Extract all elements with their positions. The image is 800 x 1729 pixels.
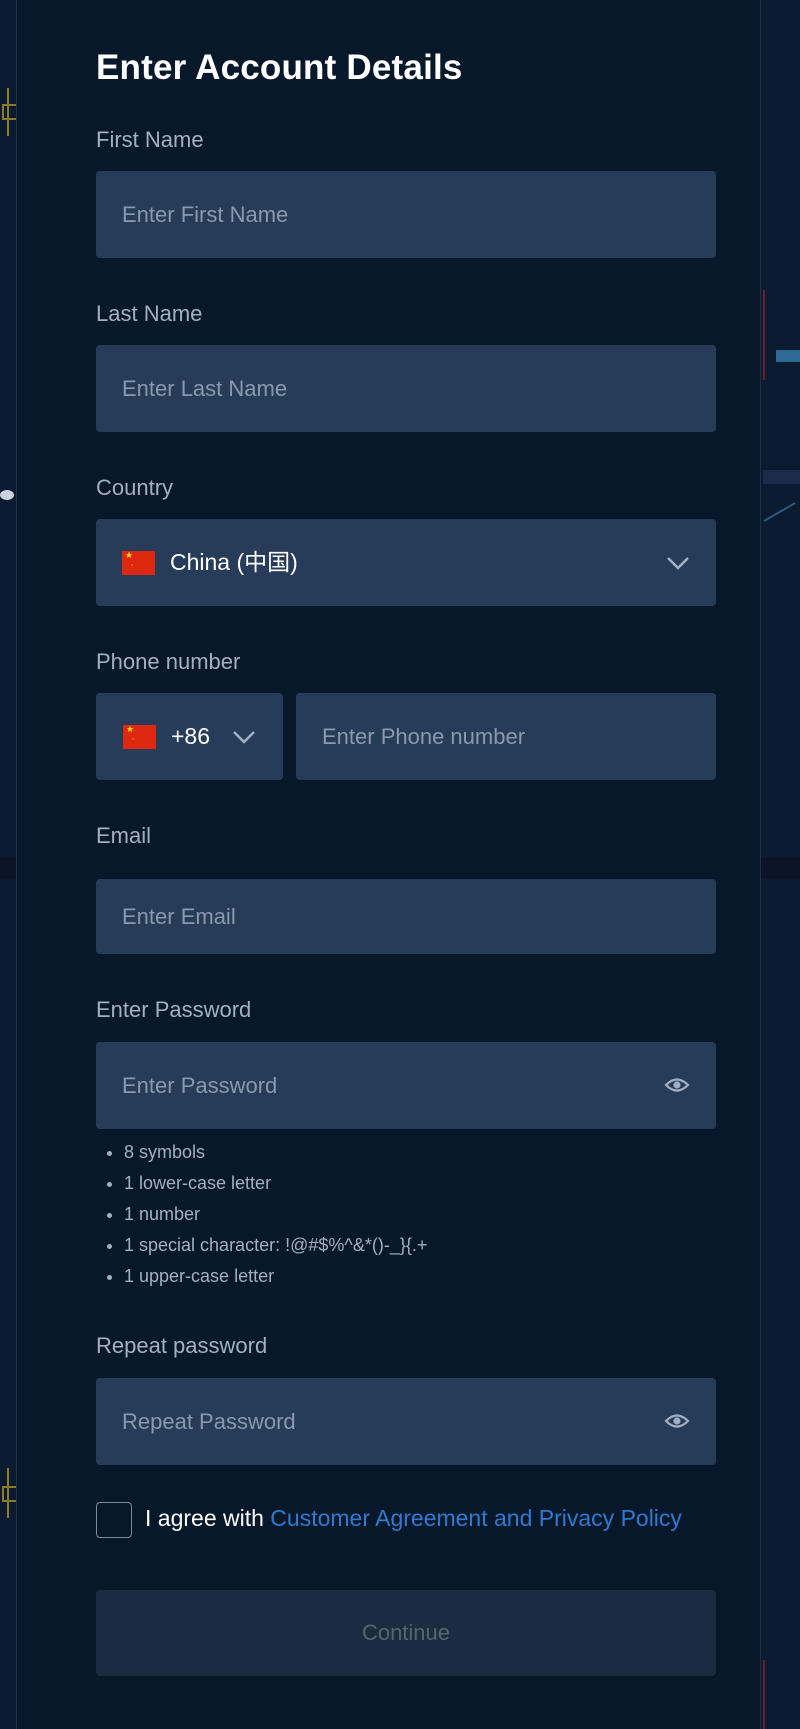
email-input[interactable] — [96, 879, 716, 954]
candle-mark — [763, 1660, 765, 1729]
registration-panel: Enter Account Details First Name Last Na… — [16, 0, 761, 1729]
password-rule: 1 upper-case letter — [124, 1261, 427, 1292]
china-flag-icon: ★ · — [123, 725, 156, 749]
phone-code-value: +86 — [171, 723, 211, 749]
candle-mark — [776, 350, 800, 362]
password-rule: 1 lower-case letter — [124, 1168, 427, 1199]
country-label: Country — [96, 475, 174, 500]
password-rule: 1 number — [124, 1199, 427, 1230]
phone-code-select[interactable]: ★ · +86 — [96, 693, 283, 780]
candle-mark — [2, 1468, 18, 1518]
phone-number-field[interactable] — [296, 693, 716, 780]
last-name-label: Last Name — [96, 301, 203, 326]
eye-icon[interactable] — [664, 1073, 690, 1097]
country-select[interactable]: ★ · China (中国) — [96, 519, 716, 606]
first-name-input[interactable] — [96, 171, 716, 258]
phone-label: Phone number — [96, 649, 241, 674]
email-label: Email — [96, 823, 152, 848]
phone-number-input[interactable] — [296, 693, 716, 780]
eye-icon[interactable] — [664, 1409, 690, 1433]
repeat-password-input[interactable] — [96, 1378, 716, 1465]
chevron-down-icon — [233, 731, 255, 744]
last-name-field[interactable] — [96, 345, 716, 432]
password-field[interactable] — [96, 1042, 716, 1129]
candle-mark — [2, 88, 18, 136]
password-label: Enter Password — [96, 997, 252, 1022]
agreement-prefix: I agree with — [145, 1505, 271, 1531]
password-requirements-list: 8 symbols 1 lower-case letter 1 number 1… — [96, 1137, 427, 1292]
agree-checkbox[interactable] — [96, 1502, 132, 1538]
page-title: Enter Account Details — [96, 48, 463, 87]
country-value: China (中国) — [170, 549, 298, 575]
password-rule: 1 special character: !@#$%^&*()-_}{.+ — [124, 1230, 427, 1261]
continue-button[interactable]: Continue — [96, 1590, 716, 1676]
candle-mark — [763, 470, 800, 484]
last-name-input[interactable] — [96, 345, 716, 432]
repeat-password-label: Repeat password — [96, 1333, 268, 1358]
first-name-field[interactable] — [96, 171, 716, 258]
customer-agreement-link[interactable]: Customer Agreement and Privacy Policy — [270, 1505, 682, 1531]
repeat-password-field[interactable] — [96, 1378, 716, 1465]
candle-mark — [763, 290, 765, 380]
password-rule: 8 symbols — [124, 1137, 427, 1168]
trend-line — [763, 502, 796, 522]
first-name-label: First Name — [96, 127, 204, 152]
agreement-text: I agree with Customer Agreement and Priv… — [145, 1505, 682, 1532]
email-field[interactable] — [96, 879, 716, 954]
password-input[interactable] — [96, 1042, 716, 1129]
background-glow — [0, 490, 14, 500]
chevron-down-icon — [667, 557, 689, 570]
china-flag-icon: ★ · — [122, 551, 155, 575]
